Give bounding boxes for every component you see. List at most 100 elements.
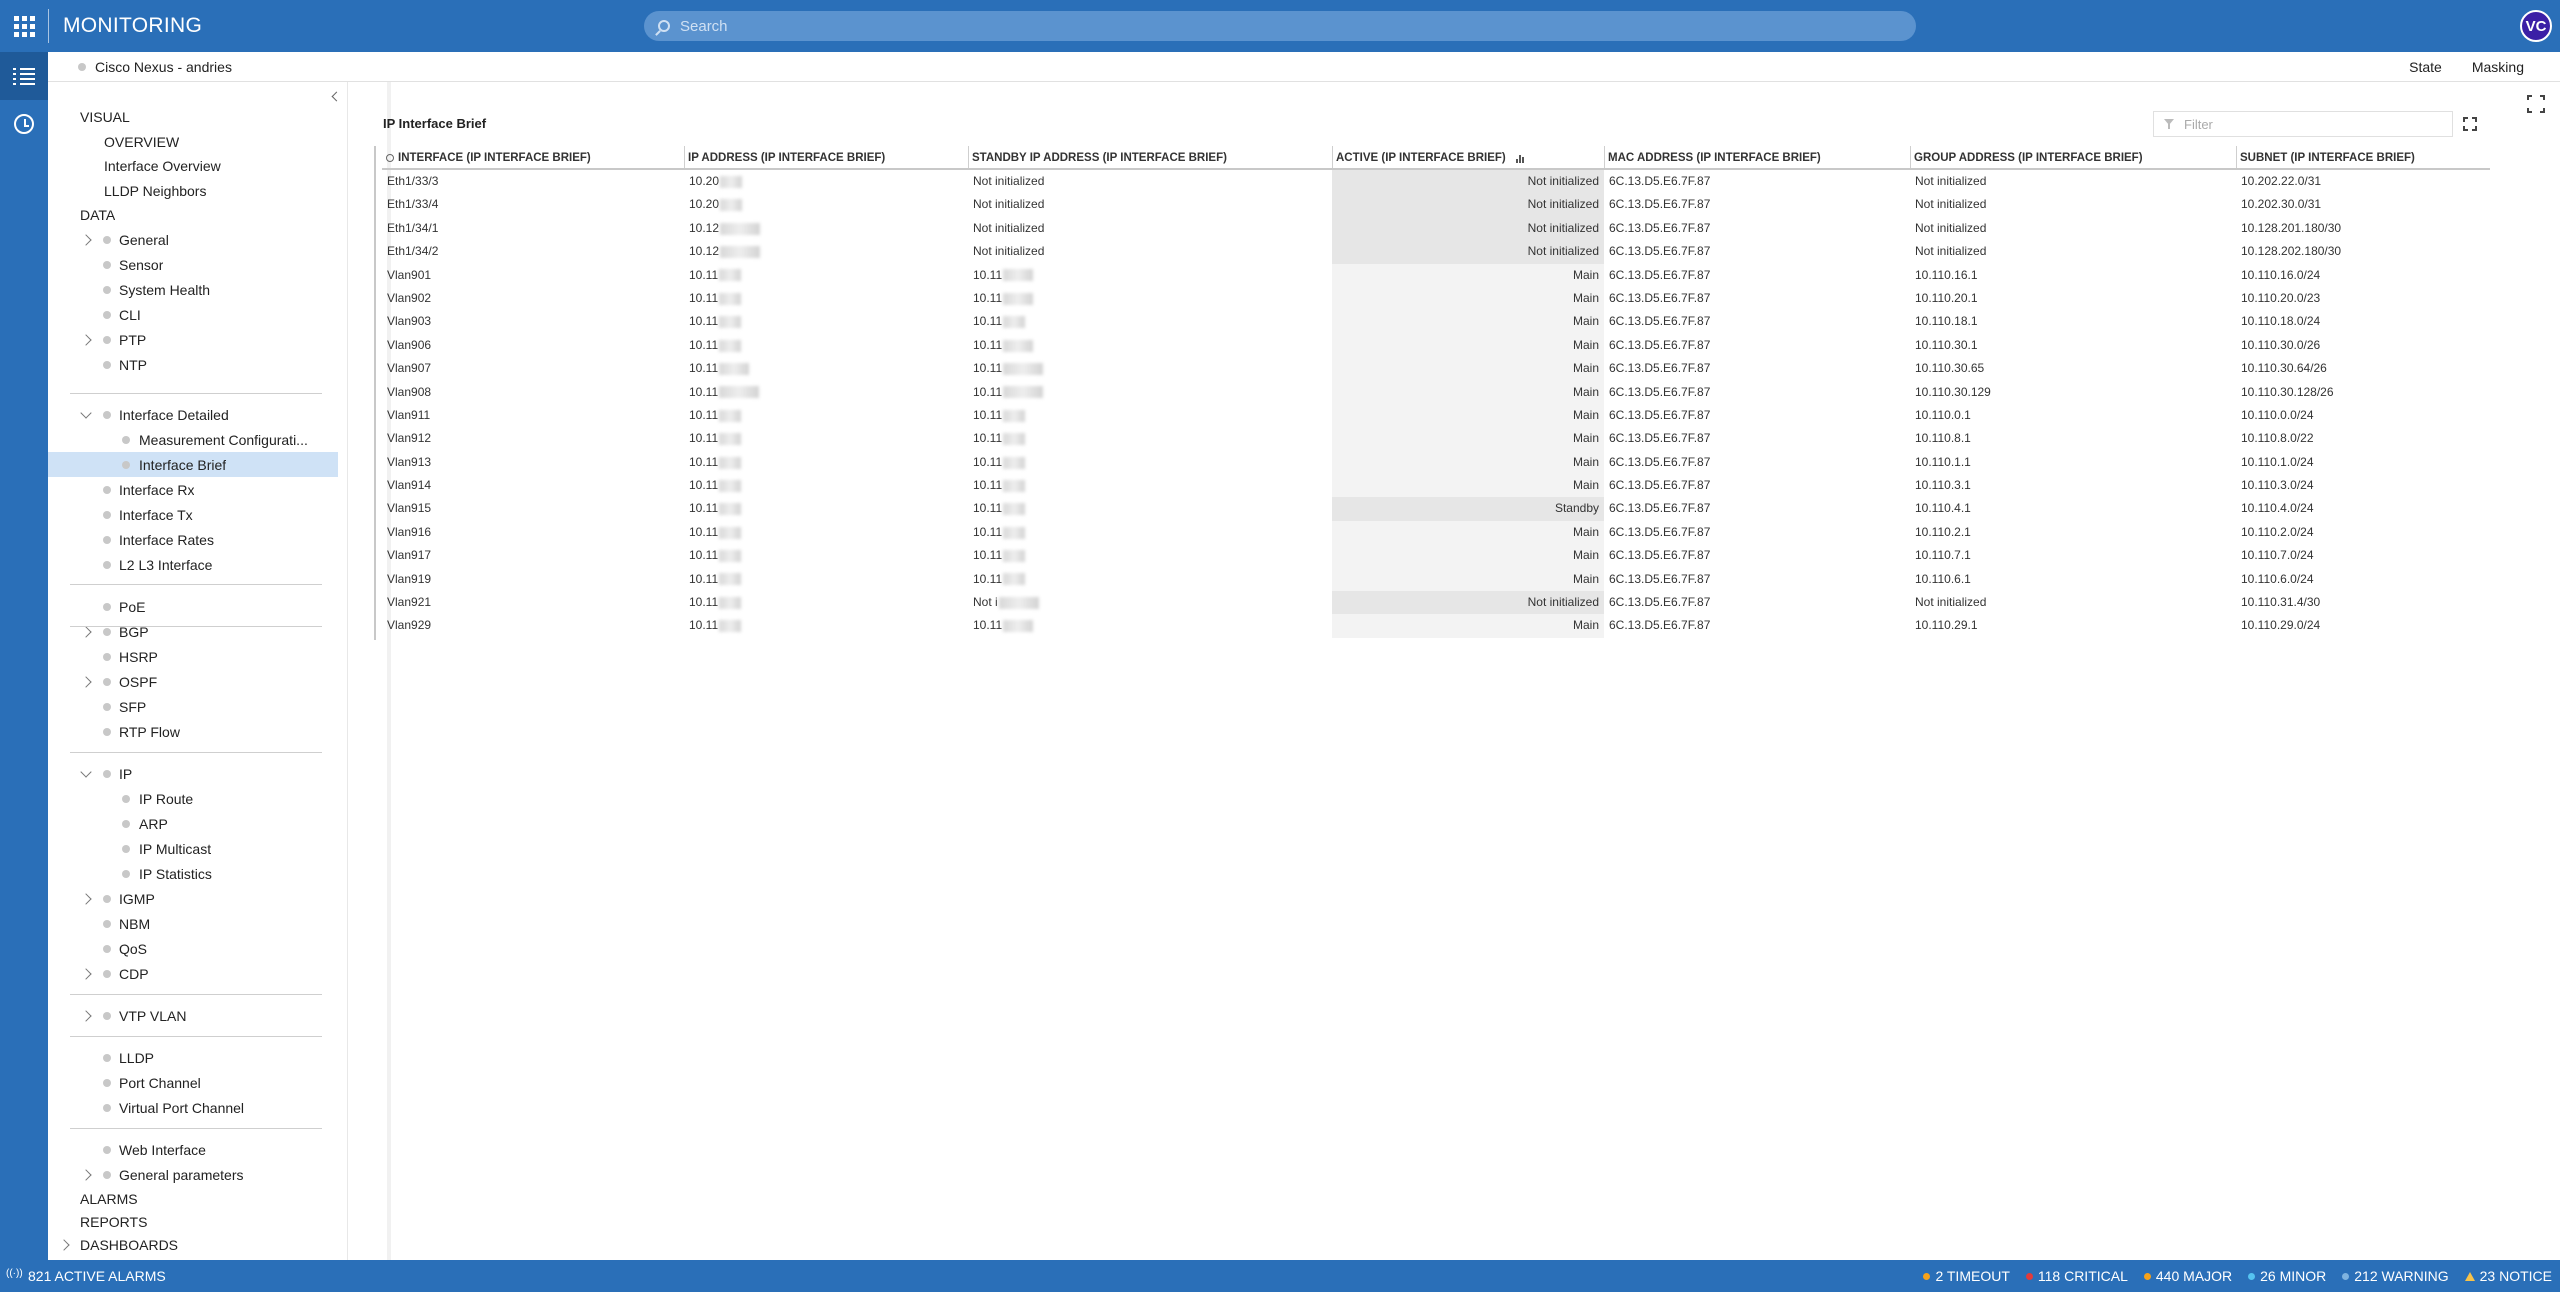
- table-row[interactable]: Vlan907 10.11 10.11 Main 6C.13.D5.E6.7F.87 10…: [382, 357, 2490, 381]
- filter-input[interactable]: Filter: [2153, 111, 2453, 137]
- sidebar-item-interface-overview[interactable]: Interface Overview: [48, 153, 338, 178]
- chevron-right-icon[interactable]: [80, 625, 92, 638]
- table-row[interactable]: Eth1/33/4 10.20 Not initialized Not initial…: [382, 193, 2490, 217]
- sidebar-item-lldp-neighbors[interactable]: LLDP Neighbors: [48, 178, 338, 203]
- table-row[interactable]: Vlan919 10.11 10.11 Main 6C.13.D5.E6.7F.87 10…: [382, 567, 2490, 592]
- sidebar-item-qos[interactable]: QoS: [48, 936, 338, 961]
- column-header-interface-ip-interface-brief[interactable]: INTERFACE (IP INTERFACE BRIEF): [382, 152, 684, 170]
- table-row[interactable]: Vlan921 10.11 Not i Not initialized 6C.13.D5…: [382, 591, 2490, 615]
- column-resize-handle[interactable]: [1910, 146, 1911, 168]
- sort-bars-icon[interactable]: [1515, 153, 1526, 163]
- sidebar-item-virtual-port-channel[interactable]: Virtual Port Channel: [48, 1095, 338, 1120]
- column-header-ip-address-ip-interface-brief[interactable]: IP ADDRESS (IP INTERFACE BRIEF): [684, 152, 968, 170]
- table-row[interactable]: Vlan903 10.11 10.11 Main 6C.13.D5.E6.7F.87 10…: [382, 310, 2490, 334]
- column-header-group-address-ip-interface-brief[interactable]: GROUP ADDRESS (IP INTERFACE BRIEF): [1910, 152, 2236, 170]
- sidebar-item-measurement-configurati[interactable]: Measurement Configurati...: [48, 427, 338, 452]
- sidebar-item-ip-statistics[interactable]: IP Statistics: [48, 861, 338, 886]
- expand-panel-icon[interactable]: [2463, 117, 2477, 131]
- column-resize-handle[interactable]: [1604, 146, 1605, 168]
- sidebar-item-cli[interactable]: CLI: [48, 302, 338, 327]
- sidebar-item-interface-detailed[interactable]: Interface Detailed: [48, 402, 338, 427]
- table-row[interactable]: Eth1/33/3 10.20 Not initialized Not initial…: [382, 170, 2490, 194]
- sidebar-item-reports[interactable]: REPORTS: [48, 1209, 338, 1234]
- column-header-active-ip-interface-brief[interactable]: ACTIVE (IP INTERFACE BRIEF): [1332, 152, 1604, 170]
- sidebar-item-general-parameters[interactable]: General parameters: [48, 1162, 338, 1187]
- sidebar-item-l2-l3-interface[interactable]: L2 L3 Interface: [48, 552, 338, 577]
- table-row[interactable]: Vlan908 10.11 10.11 Main 6C.13.D5.E6.7F.87 10…: [382, 380, 2490, 404]
- sidebar-item-nbm[interactable]: NBM: [48, 911, 338, 936]
- sidebar-item-sensor[interactable]: Sensor: [48, 252, 338, 277]
- apps-grid-button[interactable]: [0, 0, 48, 52]
- active-alarms-link[interactable]: 821 ACTIVE ALARMS: [6, 1268, 166, 1284]
- sidebar-item-interface-rates[interactable]: Interface Rates: [48, 527, 338, 552]
- alarm-count-critical[interactable]: 118 CRITICAL: [2025, 1268, 2128, 1284]
- state-button[interactable]: State: [2409, 59, 2442, 75]
- sidebar-item-interface-rx[interactable]: Interface Rx: [48, 477, 338, 502]
- column-resize-handle[interactable]: [968, 146, 969, 168]
- column-header-subnet-ip-interface-brief[interactable]: SUBNET (IP INTERFACE BRIEF): [2236, 152, 2490, 170]
- chevron-right-icon[interactable]: [80, 233, 92, 246]
- sidebar-item-web-interface[interactable]: Web Interface: [48, 1137, 338, 1162]
- alarm-count-timeout[interactable]: 2 TIMEOUT: [1923, 1268, 2010, 1284]
- sidebar-item-rtp-flow[interactable]: RTP Flow: [48, 719, 338, 744]
- table-row[interactable]: Vlan917 10.11 10.11 Main 6C.13.D5.E6.7F.87 10…: [382, 544, 2490, 568]
- sidebar-item-port-channel[interactable]: Port Channel: [48, 1070, 338, 1095]
- sidebar-item-ip[interactable]: IP: [48, 761, 338, 786]
- sidebar-item-igmp[interactable]: IGMP: [48, 886, 338, 911]
- sidebar-item-lldp[interactable]: LLDP: [48, 1045, 338, 1070]
- sidebar-item-visual[interactable]: VISUAL: [48, 104, 338, 129]
- sidebar-item-hsrp[interactable]: HSRP: [48, 644, 338, 669]
- table-row[interactable]: Eth1/34/1 10.12 Not initialized Not initial…: [382, 216, 2490, 241]
- table-row[interactable]: Vlan911 10.11 10.11 Main 6C.13.D5.E6.7F.87 10…: [382, 403, 2490, 428]
- breadcrumb-device[interactable]: Cisco Nexus - andries: [95, 59, 232, 75]
- table-row[interactable]: Eth1/34/2 10.12 Not initialized Not initial…: [382, 240, 2490, 264]
- chevron-right-icon[interactable]: [80, 333, 92, 346]
- column-header-standby-ip-address-ip-interface-brief[interactable]: STANDBY IP ADDRESS (IP INTERFACE BRIEF): [968, 152, 1332, 170]
- table-row[interactable]: Vlan912 10.11 10.11 Main 6C.13.D5.E6.7F.87 10…: [382, 427, 2490, 451]
- chevron-right-icon[interactable]: [80, 892, 92, 905]
- sidebar-item-poe[interactable]: PoE: [48, 594, 338, 619]
- collapse-sidebar-icon[interactable]: [330, 92, 340, 102]
- table-row[interactable]: Vlan902 10.11 10.11 Main 6C.13.D5.E6.7F.87 10…: [382, 286, 2490, 311]
- table-row[interactable]: Vlan914 10.11 10.11 Main 6C.13.D5.E6.7F.87 10…: [382, 474, 2490, 498]
- alarm-count-warning[interactable]: 212 WARNING: [2342, 1268, 2449, 1284]
- sidebar-item-ntp[interactable]: NTP: [48, 352, 338, 377]
- sidebar-item-data[interactable]: DATA: [48, 202, 338, 227]
- table-row[interactable]: Vlan915 10.11 10.11 Standby 6C.13.D5.E6.7F.8…: [382, 497, 2490, 521]
- sidebar-item-general[interactable]: General: [48, 227, 338, 252]
- history-button[interactable]: [0, 100, 48, 148]
- fullscreen-icon[interactable]: [2527, 95, 2545, 113]
- sidebar-item-overview[interactable]: OVERVIEW: [48, 129, 338, 154]
- table-row[interactable]: Vlan913 10.11 10.11 Main 6C.13.D5.E6.7F.87 10…: [382, 450, 2490, 475]
- alarm-count-minor[interactable]: 26 MINOR: [2248, 1268, 2326, 1284]
- chevron-right-icon[interactable]: [80, 1168, 92, 1181]
- user-avatar[interactable]: VC: [2520, 10, 2552, 42]
- column-resize-handle[interactable]: [684, 146, 685, 168]
- chevron-right-icon[interactable]: [58, 1238, 70, 1251]
- sidebar-item-cdp[interactable]: CDP: [48, 961, 338, 986]
- sidebar-item-dashboards[interactable]: DASHBOARDS: [48, 1232, 338, 1257]
- sidebar-item-ip-multicast[interactable]: IP Multicast: [48, 836, 338, 861]
- table-row[interactable]: Vlan929 10.11 10.11 Main 6C.13.D5.E6.7F.87 10…: [382, 614, 2490, 638]
- sidebar-item-ip-route[interactable]: IP Route: [48, 786, 338, 811]
- alarm-count-notice[interactable]: 23 NOTICE: [2464, 1268, 2552, 1284]
- chevron-down-icon[interactable]: [80, 765, 92, 778]
- sidebar-item-interface-tx[interactable]: Interface Tx: [48, 502, 338, 527]
- table-row[interactable]: Vlan901 10.11 10.11 Main 6C.13.D5.E6.7F.87 10…: [382, 263, 2490, 287]
- column-resize-handle[interactable]: [2236, 146, 2237, 168]
- sidebar-item-system-health[interactable]: System Health: [48, 277, 338, 302]
- masking-button[interactable]: Masking: [2472, 59, 2524, 75]
- global-search-input[interactable]: Search: [644, 11, 1916, 41]
- search-icon[interactable]: [386, 153, 394, 162]
- sidebar-item-alarms[interactable]: ALARMS: [48, 1186, 338, 1211]
- chevron-down-icon[interactable]: [80, 406, 92, 419]
- sidebar-item-bgp[interactable]: BGP: [48, 619, 338, 644]
- column-resize-handle[interactable]: [1332, 146, 1333, 168]
- column-header-mac-address-ip-interface-brief[interactable]: MAC ADDRESS (IP INTERFACE BRIEF): [1604, 152, 1910, 170]
- sidebar-item-vtp-vlan[interactable]: VTP VLAN: [48, 1003, 338, 1028]
- sidebar-item-arp[interactable]: ARP: [48, 811, 338, 836]
- chevron-right-icon[interactable]: [80, 967, 92, 980]
- chevron-right-icon[interactable]: [80, 1009, 92, 1022]
- sidebar-item-sfp[interactable]: SFP: [48, 694, 338, 719]
- chevron-right-icon[interactable]: [80, 675, 92, 688]
